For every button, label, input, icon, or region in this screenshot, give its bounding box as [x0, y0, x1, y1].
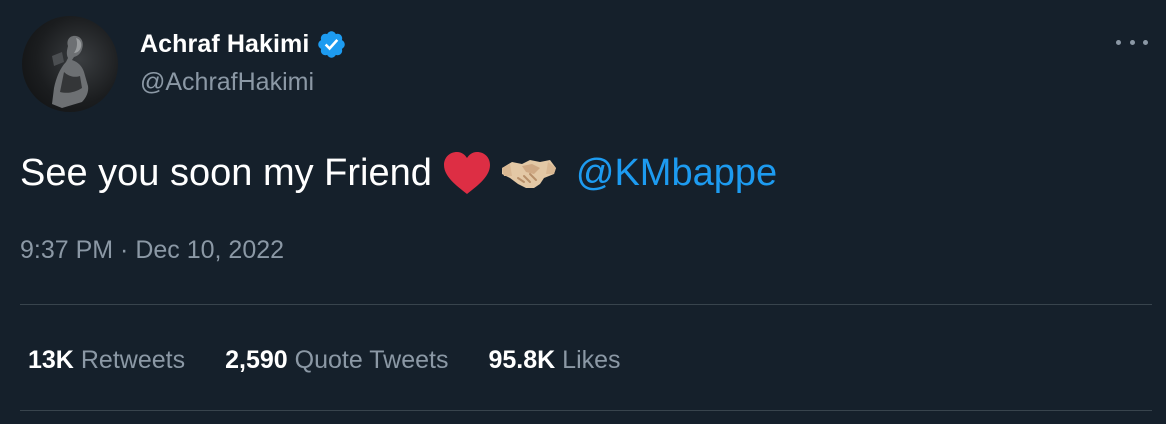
more-dot — [1143, 39, 1148, 45]
likes-label: Likes — [562, 345, 621, 374]
avatar-photo — [52, 35, 89, 108]
quote-tweets-label: Quote Tweets — [294, 345, 449, 374]
mention-link[interactable]: @KMbappe — [576, 152, 777, 195]
retweets-label: Retweets — [80, 345, 186, 374]
avatar[interactable] — [22, 16, 118, 112]
more-dot — [1129, 39, 1135, 45]
retweets-count: 13K — [28, 345, 74, 374]
author-handle[interactable]: @AchrafHakimi — [140, 68, 314, 97]
quote-tweets-stat[interactable]: 2,590 Quote Tweets — [225, 346, 448, 375]
divider — [20, 304, 1152, 305]
verified-badge-icon — [316, 29, 347, 60]
handshake-icon — [500, 148, 558, 198]
divider — [20, 410, 1152, 411]
likes-stat[interactable]: 95.8K Likes — [488, 346, 620, 375]
tweet-timestamp[interactable]: 9:37 PM · Dec 10, 2022 — [20, 236, 284, 265]
author-name-row[interactable]: Achraf Hakimi — [140, 28, 347, 60]
author-display-name[interactable]: Achraf Hakimi — [140, 30, 309, 59]
retweets-stat[interactable]: 13K Retweets — [28, 346, 185, 375]
more-dot — [1116, 39, 1121, 45]
quote-tweets-count: 2,590 — [225, 345, 288, 374]
likes-count: 95.8K — [488, 345, 556, 374]
engagement-stats: 13K Retweets 2,590 Quote Tweets 95.8K Li… — [28, 344, 661, 376]
more-options-icon[interactable] — [1116, 32, 1148, 52]
tweet-body: See you soon my Friend — [20, 151, 432, 194]
red-heart-icon — [440, 148, 494, 198]
tweet-card: Achraf Hakimi @AchrafHakimi See you soon… — [0, 0, 1166, 424]
tweet-text: See you soon my Friend @KMbappe — [20, 148, 777, 198]
